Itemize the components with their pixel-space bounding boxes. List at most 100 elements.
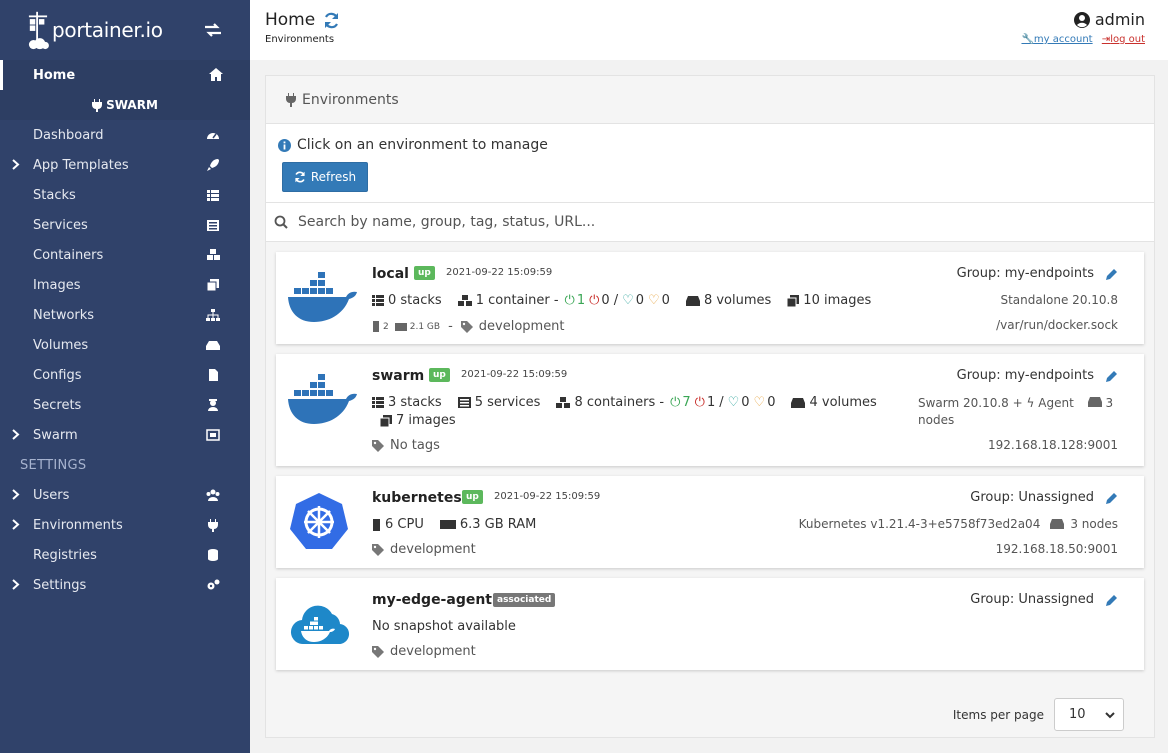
docker-logo-icon [288,272,357,322]
page-title: Home [265,10,340,30]
cubes-icon [207,249,220,260]
heartbeat-warning-icon: ♡ [753,395,766,410]
sidebar-item-containers[interactable]: Containers [0,240,250,270]
sidebar-item-app-templates[interactable]: App Templates [0,150,250,180]
sidebar-item-swarm[interactable]: Swarm [0,420,250,450]
th-list-icon [372,397,384,408]
sidebar-item-users[interactable]: Users [0,480,250,510]
search-input[interactable] [298,214,898,230]
snapshot-time: 2021-09-22 15:09:59 [494,491,601,502]
breadcrumb: Environments [265,34,335,45]
plug-icon [92,98,103,112]
sidebar-item-label: Home [33,67,76,83]
heartbeat-warning-icon: ♡ [648,293,660,308]
sidebar-item-settings[interactable]: Settings [0,570,250,600]
environment-tags: development [372,542,476,557]
pencil-icon[interactable] [1106,370,1118,382]
sidebar-item-configs[interactable]: Configs [0,360,250,390]
images-count: 10 images [803,293,872,308]
volumes-count: 4 volumes [809,395,877,410]
exchange-icon[interactable] [204,22,222,38]
user-links: 🔧my account ⇥log out [1015,34,1145,45]
environment-url: /var/run/docker.sock [996,318,1118,332]
pagination-footer: Items per page 10 [953,698,1124,731]
sidebar-section-label: SWARM [106,98,158,112]
kubernetes-logo-icon [290,493,348,549]
sidebar-item-services[interactable]: Services [0,210,250,240]
widget-title: Environments [302,91,399,108]
user-name: admin [1073,10,1145,29]
status-badge: up [414,266,435,280]
stacks-stat: 0 stacks [372,293,442,308]
sidebar-item-home[interactable]: Home [0,60,250,90]
environment-card-swarm[interactable]: swarm up 2021-09-22 15:09:59 Group: my-e… [276,354,1144,466]
search-icon [274,215,288,229]
refresh-button[interactable]: Refresh [282,162,368,192]
images-stat: 10 images [787,293,871,308]
hdd-icon [1050,519,1065,529]
refresh-icon[interactable] [323,12,340,29]
containers-stat: 1 container - [457,293,559,308]
th-list-icon [372,295,384,306]
environment-tags: development [372,644,476,659]
sidebar-item-registries[interactable]: Registries [0,540,250,570]
power-off-icon: ⏻ [694,395,705,410]
tags-icon [372,439,384,452]
logo[interactable]: portainer.io [0,0,250,60]
items-per-page-select[interactable]: 10 [1054,698,1124,731]
environment-card-local[interactable]: local up 2021-09-22 15:09:59 Group: my-e… [276,252,1144,344]
log-out-link[interactable]: ⇥log out [1102,34,1145,45]
healthy-count: 0 [635,293,645,308]
sidebar-item-stacks[interactable]: Stacks [0,180,250,210]
sitemap-icon [206,309,220,321]
memory-icon [394,322,407,331]
sidebar-item-images[interactable]: Images [0,270,250,300]
sidebar-item-secrets[interactable]: Secrets [0,390,250,420]
clone-icon [787,294,800,307]
my-account-link[interactable]: 🔧my account [1021,34,1092,45]
environment-stats: 0 stacks 1 container - ⏻ 1 ⏻ 0 / ♡ 0 ♡ 0 8 v… [372,293,887,308]
ram-amount: 6.3 GB RAM [459,517,537,532]
wrench-icon: 🔧 [1021,34,1034,45]
volumes-stat: 8 volumes [685,293,771,308]
items-per-page-label: Items per page [952,707,1044,722]
hdd-icon [685,295,700,306]
sidebar-item-volumes[interactable]: Volumes [0,330,250,360]
group-label: Group: my-endpoints [956,368,1094,383]
environment-url: 192.168.18.50:9001 [995,542,1118,556]
version-text: Swarm 20.10.8 + [918,396,1023,410]
sidebar-item-environments[interactable]: Environments [0,510,250,540]
environment-version: Swarm 20.10.8 + ϟ Agent 3 nodes [918,395,1128,429]
environment-name: local [372,266,409,282]
chevron-down-icon [1105,712,1115,719]
sidebar-item-label: Environments [33,517,123,533]
docker-cloud-icon [290,605,350,645]
sidebar-item-dashboard[interactable]: Dashboard [0,120,250,150]
pencil-icon[interactable] [1106,594,1118,606]
sidebar: portainer.io Home SWARM Dashboard App Tem… [0,0,250,753]
environment-card-my-edge-agent[interactable]: my-edge-agent associated Group: Unassign… [276,578,1144,670]
environment-version: Kubernetes v1.21.4-3+e5758f73ed2a04 3 no… [799,517,1118,531]
database-icon [208,549,218,561]
environment-group: Group: my-endpoints [957,368,1118,383]
hdd-icon [791,397,806,408]
environment-group: Group: Unassigned [970,490,1118,505]
group-label: Group: Unassigned [970,592,1094,607]
pencil-icon[interactable] [1106,268,1118,280]
agent-label: Agent [1038,396,1074,410]
refresh-button-label: Refresh [310,170,357,184]
cubes-icon [457,294,472,306]
tag-label: No tags [390,438,440,453]
environment-card-kubernetes[interactable]: kubernetes up 2021-09-22 15:09:59 Group:… [276,476,1144,568]
power-off-icon: ⏻ [589,293,600,308]
chevron-right-icon [12,429,20,440]
info-message: Click on an environment to manage [266,124,1154,156]
environment-tags: 2 2.1 GB - development [372,319,565,334]
clone-icon [380,414,392,427]
cogs-icon [207,579,220,590]
pencil-icon[interactable] [1106,492,1118,504]
sidebar-item-label: App Templates [33,157,129,173]
chevron-right-icon [12,579,20,590]
sidebar-item-networks[interactable]: Networks [0,300,250,330]
ram-amount: 2.1 GB [409,321,441,332]
